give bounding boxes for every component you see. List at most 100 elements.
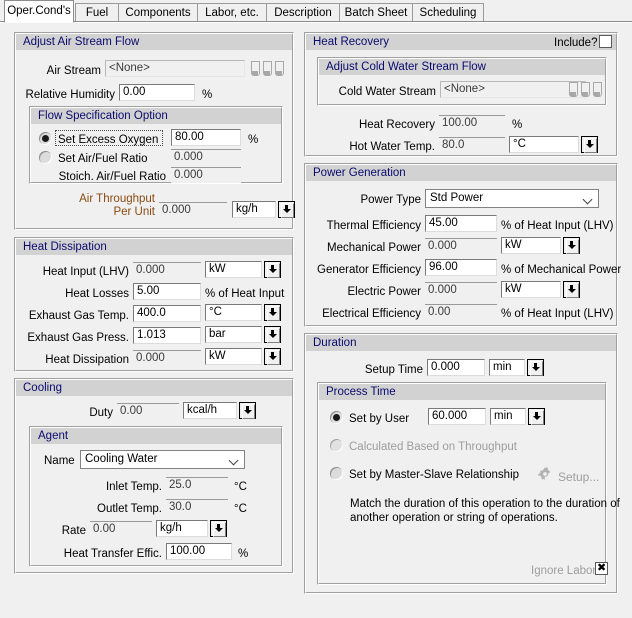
heat-input-lhv-unit-dropdown-button[interactable] [264, 261, 281, 278]
tab-label: Labor, etc. [205, 7, 259, 19]
group-title: Adjust Air Stream Flow [16, 34, 292, 50]
excess-oxygen-input[interactable]: 80.00 [171, 129, 241, 146]
hot-water-temp-field[interactable]: 80.0 [439, 137, 505, 153]
power-type-select[interactable]: Std Power [425, 189, 599, 208]
electric-power-field: 0.000 [425, 282, 497, 298]
rate-unit[interactable]: kg/h [156, 520, 208, 537]
electrical-efficiency-field: 0.00 [425, 304, 497, 320]
tab-label: Scheduling [419, 7, 477, 19]
master-slave-description-line2: another operation or string of operation… [350, 512, 558, 524]
air-stream-field[interactable]: <None> [105, 60, 245, 77]
setup-time-unit-dropdown-button[interactable] [527, 359, 544, 376]
exhaust-gas-press-unit-dropdown-button[interactable] [264, 326, 281, 343]
hot-water-temp-unit-dropdown-button[interactable] [581, 136, 598, 153]
tab-label: Fuel [85, 7, 109, 19]
inlet-temp-field[interactable]: 25.0 [166, 477, 228, 493]
test-tube-icon-3[interactable] [593, 82, 602, 97]
radio-label-set-excess-oxygen[interactable]: Set Excess Oxygen [58, 134, 158, 147]
air-throughput-unit-dropdown-button[interactable] [278, 201, 295, 218]
exhaust-gas-press-unit[interactable]: bar [205, 326, 262, 343]
group-title: Duration [306, 335, 616, 351]
mechanical-power-unit-dropdown-button[interactable] [563, 237, 580, 254]
heat-losses-unit: % of Heat Input [205, 288, 285, 300]
process-time-unit[interactable]: min [490, 408, 526, 425]
heat-losses-input[interactable]: 5.00 [133, 283, 201, 300]
heat-dissipation-unit-dropdown-button[interactable] [264, 348, 281, 365]
group-heat-recovery: Heat Recovery Include? Adjust Cold Water… [304, 32, 618, 157]
process-time-unit-dropdown-button[interactable] [528, 408, 545, 425]
radio-calculated-based-on-throughput [330, 439, 343, 452]
exhaust-gas-press-input[interactable]: 1.013 [133, 327, 201, 344]
test-tube-icon-2[interactable] [581, 82, 590, 97]
air-throughput-unit-field[interactable]: kg/h [232, 201, 276, 218]
hot-water-temp-unit[interactable]: °C [509, 136, 579, 153]
test-tube-icon-1[interactable] [251, 61, 260, 76]
group-flow-specification-option: Flow Specification Option Set Excess Oxy… [29, 106, 283, 184]
radio-label-set-by-master-slave-relationship[interactable]: Set by Master-Slave Relationship [349, 469, 519, 482]
exhaust-gas-temp-unit-dropdown-button[interactable] [264, 304, 281, 321]
group-heat-dissipation: Heat Dissipation Heat Input (LHV) 0.000 … [14, 237, 294, 372]
exhaust-gas-temp-input[interactable]: 400.0 [133, 305, 201, 322]
cold-water-stream-field[interactable]: <None> [440, 81, 586, 98]
thermal-efficiency-input[interactable]: 45.00 [425, 215, 497, 232]
tab-description[interactable]: Description [266, 3, 340, 22]
agent-name-label: Name [44, 455, 75, 467]
radio-label-set-air-fuel-ratio[interactable]: Set Air/Fuel Ratio [58, 153, 147, 166]
radio-set-by-master-slave-relationship[interactable] [330, 467, 343, 480]
tab-label: Batch Sheet [344, 7, 408, 19]
heat-transfer-effic-input[interactable]: 100.00 [166, 543, 232, 560]
duty-unit[interactable]: kcal/h [183, 402, 237, 419]
power-type-value: Std Power [430, 192, 484, 204]
rate-unit-dropdown-button[interactable] [210, 520, 227, 537]
duty-field: 0.00 [117, 403, 179, 419]
tab-scheduling[interactable]: Scheduling [412, 3, 484, 22]
master-slave-description-line1: Match the duration of this operation to … [350, 498, 620, 510]
thermal-efficiency-label: Thermal Efficiency [326, 220, 421, 232]
cold-water-stream-label: Cold Water Stream [338, 86, 436, 98]
heat-dissipation-value-label: Heat Dissipation [45, 354, 129, 366]
generator-efficiency-input[interactable]: 96.00 [425, 259, 497, 276]
tab-batch-sheet[interactable]: Batch Sheet [339, 3, 413, 22]
duty-unit-dropdown-button[interactable] [239, 402, 256, 419]
heat-input-lhv-field: 0.000 [133, 262, 201, 278]
group-title: Process Time [319, 384, 605, 400]
setup-time-unit[interactable]: min [489, 359, 525, 376]
include-checkbox[interactable] [599, 35, 612, 48]
relative-humidity-input[interactable]: 0.00 [119, 84, 195, 101]
heat-recovery-percent-field[interactable]: 100.00 [439, 115, 505, 131]
heat-dissipation-unit[interactable]: kW [205, 348, 262, 365]
setup-button-label: Setup... [558, 470, 600, 484]
setup-time-label: Setup Time [364, 364, 423, 376]
exhaust-gas-temp-unit[interactable]: °C [205, 304, 262, 321]
ignore-labor-checkbox [595, 561, 608, 575]
group-title: Cooling [16, 380, 292, 396]
test-tube-icon-2[interactable] [263, 61, 272, 76]
heat-input-lhv-unit[interactable]: kW [205, 261, 262, 278]
tab-labor-etc[interactable]: Labor, etc. [197, 3, 267, 22]
setup-time-input[interactable]: 0.000 [427, 359, 485, 376]
tab-oper-conds[interactable]: Oper.Cond's [4, 0, 74, 23]
agent-name-select[interactable]: Cooling Water [80, 450, 245, 469]
test-tube-icon-1[interactable] [569, 82, 578, 97]
electric-power-unit-dropdown-button[interactable] [563, 281, 580, 298]
radio-set-excess-oxygen[interactable] [39, 132, 52, 145]
ignore-labor-label: Ignore Labor [531, 565, 597, 577]
outlet-temp-field[interactable]: 30.0 [166, 499, 228, 515]
process-time-input[interactable]: 60.000 [428, 408, 486, 425]
radio-set-by-user[interactable] [330, 411, 343, 424]
electric-power-unit[interactable]: kW [501, 281, 561, 298]
test-tube-icon-3[interactable] [275, 61, 284, 76]
radio-label-set-by-user[interactable]: Set by User [349, 413, 409, 426]
air-fuel-ratio-field[interactable]: 0.000 [171, 149, 241, 165]
mechanical-power-unit[interactable]: kW [501, 237, 561, 254]
radio-set-air-fuel-ratio[interactable] [39, 151, 52, 164]
group-process-time: Process Time Set by User 60.000 min Calc… [317, 382, 620, 585]
tab-fuel[interactable]: Fuel [75, 3, 119, 22]
electrical-efficiency-unit: % of Heat Input (LHV) [501, 308, 614, 320]
gear-icon [538, 467, 551, 481]
tab-label: Description [274, 7, 332, 19]
group-title: Power Generation [306, 165, 616, 181]
hot-water-temp-label: Hot Water Temp. [349, 141, 435, 153]
tab-components[interactable]: Components [118, 3, 198, 22]
heat-dissipation-field: 0.000 [133, 350, 201, 366]
